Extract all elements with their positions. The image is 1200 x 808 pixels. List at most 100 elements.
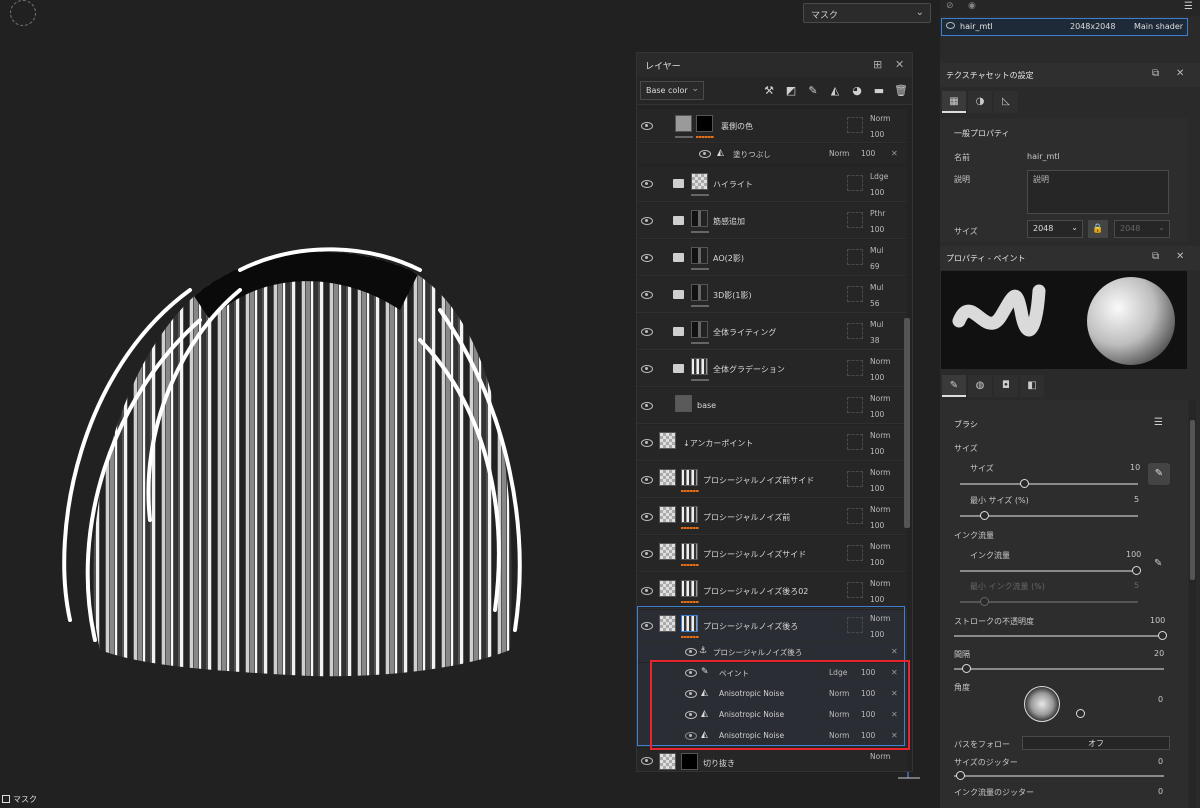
visibility-eye-icon[interactable] bbox=[641, 217, 653, 225]
description-input[interactable]: 説明 bbox=[1027, 170, 1169, 214]
visibility-eye-icon[interactable] bbox=[641, 180, 653, 188]
tab-uv-icon[interactable]: ◺ bbox=[994, 91, 1018, 113]
layer-row[interactable]: プロシージャルノイズ前サイド Norm 100 bbox=[637, 462, 907, 498]
brush-menu-icon[interactable]: ☰ bbox=[1154, 417, 1163, 428]
layer-opacity[interactable]: 100 bbox=[870, 130, 884, 139]
size-slider[interactable] bbox=[960, 483, 1138, 485]
pen-pressure-icon[interactable]: ✎ bbox=[1148, 463, 1170, 485]
effect-blend[interactable]: Norm bbox=[829, 149, 849, 158]
layer-row[interactable]: プロシージャルノイズ後ろ02 Norm 100 bbox=[637, 573, 907, 609]
layer-blend[interactable]: Norm bbox=[870, 431, 890, 440]
layer-opacity[interactable]: 100 bbox=[870, 225, 884, 234]
remove-effect-icon[interactable]: ✕ bbox=[891, 149, 898, 158]
layer-row[interactable]: 3D影(1影) Mul 56 bbox=[637, 277, 907, 313]
tab-general-icon[interactable]: ▦ bbox=[942, 91, 966, 113]
channel-dropdown[interactable]: Base color ⌄ bbox=[640, 81, 704, 100]
visibility-eye-icon[interactable] bbox=[641, 513, 653, 521]
tab-material-icon[interactable]: ◧ bbox=[1020, 375, 1044, 397]
layer-opacity[interactable]: 69 bbox=[870, 262, 880, 271]
link-icon[interactable]: ⊘ bbox=[946, 1, 954, 11]
layer-blend[interactable]: Norm bbox=[870, 505, 890, 514]
layer-blend[interactable]: Norm bbox=[870, 752, 890, 761]
close-icon[interactable]: ✕ bbox=[1176, 68, 1184, 79]
layer-opacity[interactable]: 100 bbox=[870, 558, 884, 567]
stroke-opacity-slider[interactable] bbox=[954, 635, 1164, 637]
tab-stencil-icon[interactable]: ◘ bbox=[994, 375, 1018, 397]
layer-opacity[interactable]: 100 bbox=[870, 373, 884, 382]
add-fill-layer-icon[interactable]: ◭ bbox=[827, 83, 843, 99]
visibility-eye-icon[interactable] bbox=[641, 402, 653, 410]
flow-slider[interactable] bbox=[960, 570, 1138, 572]
menu-icon[interactable]: ☰ bbox=[1184, 1, 1193, 12]
layer-row[interactable]: 筋感追加 Pthr 100 bbox=[637, 203, 907, 239]
close-icon[interactable]: ✕ bbox=[895, 58, 904, 71]
size-jitter-slider-knob[interactable] bbox=[956, 771, 965, 780]
visibility-eye-icon[interactable] bbox=[946, 22, 955, 29]
mask-dropdown[interactable]: マスク ⌄ bbox=[803, 3, 931, 23]
visibility-eye-icon[interactable] bbox=[641, 365, 653, 373]
add-effect-icon[interactable]: ⚒ bbox=[761, 83, 777, 99]
layers-scrollbar[interactable] bbox=[904, 318, 910, 528]
properties-scrollbar[interactable] bbox=[1189, 400, 1196, 808]
add-folder-icon[interactable]: ▬ bbox=[871, 83, 887, 99]
layer-opacity[interactable]: 100 bbox=[870, 595, 884, 604]
layer-row[interactable]: プロシージャルノイズサイド Norm 100 bbox=[637, 536, 907, 572]
layer-blend[interactable]: Pthr bbox=[870, 209, 885, 218]
size-dropdown[interactable]: 2048 ⌄ bbox=[1027, 220, 1083, 238]
min-size-slider-knob[interactable] bbox=[980, 511, 989, 520]
layer-opacity[interactable]: 100 bbox=[870, 521, 884, 530]
visibility-eye-icon[interactable] bbox=[641, 476, 653, 484]
layer-opacity[interactable]: 100 bbox=[870, 410, 884, 419]
tab-brush-icon[interactable]: ✎ bbox=[942, 375, 966, 397]
tab-alpha-icon[interactable]: ◍ bbox=[968, 375, 992, 397]
layer-blend[interactable]: Norm bbox=[870, 579, 890, 588]
flow-slider-knob[interactable] bbox=[1132, 566, 1141, 575]
layer-row[interactable]: プロシージャルノイズ前 Norm 100 bbox=[637, 499, 907, 535]
layer-blend[interactable]: Mul bbox=[870, 320, 883, 329]
layer-row[interactable]: 裏側の色 Norm 100 bbox=[637, 109, 907, 143]
size-jitter-slider[interactable] bbox=[954, 775, 1164, 777]
layer-row[interactable]: AO(2影) Mul 69 bbox=[637, 240, 907, 276]
dock-icon[interactable]: ⊞ bbox=[873, 58, 882, 71]
layer-row[interactable]: 全体ライティング Mul 38 bbox=[637, 314, 907, 350]
layer-opacity[interactable]: 38 bbox=[870, 336, 880, 345]
visibility-eye-icon[interactable] bbox=[699, 150, 711, 158]
close-icon[interactable]: ✕ bbox=[1176, 251, 1184, 262]
min-flow-slider-knob[interactable] bbox=[980, 597, 989, 606]
spacing-slider[interactable] bbox=[954, 668, 1164, 670]
texture-set-row[interactable]: hair_mtl 2048x2048 Main shader bbox=[941, 18, 1188, 36]
layer-row[interactable]: ハイライト Ldge 100 bbox=[637, 166, 907, 202]
eye-icon[interactable]: ◉ bbox=[968, 1, 976, 11]
layer-blend[interactable]: Ldge bbox=[870, 172, 888, 181]
layer-blend[interactable]: Norm bbox=[870, 114, 890, 123]
layer-blend[interactable]: Norm bbox=[870, 357, 890, 366]
layer-opacity[interactable]: 100 bbox=[870, 447, 884, 456]
layer-row[interactable]: base Norm 100 bbox=[637, 388, 907, 424]
visibility-eye-icon[interactable] bbox=[641, 587, 653, 595]
layer-opacity[interactable]: 100 bbox=[870, 188, 884, 197]
visibility-eye-icon[interactable] bbox=[641, 122, 653, 130]
size-slider-knob[interactable] bbox=[1020, 479, 1029, 488]
add-paint-layer-icon[interactable]: ✎ bbox=[805, 83, 821, 99]
visibility-eye-icon[interactable] bbox=[641, 550, 653, 558]
lock-icon[interactable]: 🔒 bbox=[1088, 220, 1108, 238]
dock-icon[interactable]: ⧉ bbox=[1152, 68, 1159, 79]
stroke-opacity-slider-knob[interactable] bbox=[1158, 631, 1167, 640]
angle-slider-knob[interactable] bbox=[1076, 709, 1085, 718]
smart-material-icon[interactable]: ◕ bbox=[849, 83, 865, 99]
layer-opacity[interactable]: 100 bbox=[870, 484, 884, 493]
bottom-mask-toggle[interactable]: マスク bbox=[0, 792, 200, 808]
visibility-eye-icon[interactable] bbox=[641, 254, 653, 262]
layer-blend[interactable]: Mul bbox=[870, 283, 883, 292]
properties-scrollbar-thumb[interactable] bbox=[1190, 420, 1195, 580]
layer-row[interactable]: ↓アンカーポイント Norm 100 bbox=[637, 425, 907, 461]
size-dropdown-locked[interactable]: 2048 ⌄ bbox=[1114, 220, 1170, 238]
checkbox-icon[interactable] bbox=[2, 795, 10, 803]
angle-dial[interactable] bbox=[1024, 686, 1060, 722]
layer-row[interactable]: 切り抜き Norm bbox=[637, 749, 907, 771]
follow-path-dropdown[interactable]: オフ bbox=[1022, 736, 1170, 750]
layer-blend[interactable]: Mul bbox=[870, 246, 883, 255]
layer-opacity[interactable]: 56 bbox=[870, 299, 880, 308]
spacing-slider-knob[interactable] bbox=[962, 664, 971, 673]
dock-icon[interactable]: ⧉ bbox=[1152, 251, 1159, 262]
